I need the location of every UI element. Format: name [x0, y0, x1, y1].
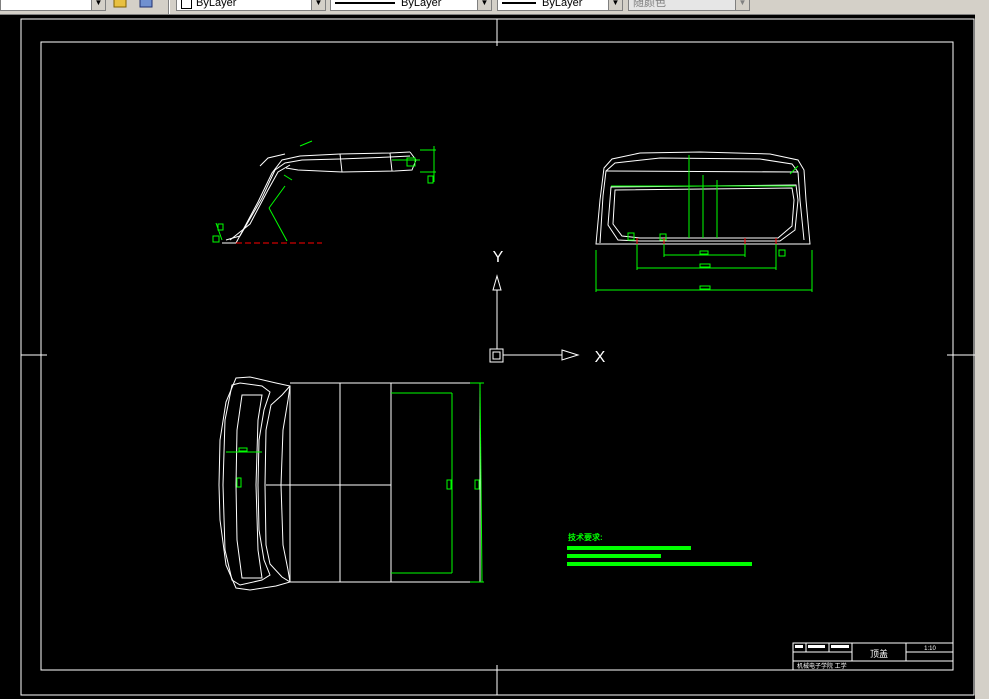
layer-previous-icon[interactable] [138, 0, 154, 11]
lineweight-control-value: ByLayer [542, 0, 583, 9]
tech-req-title: 技术要求: [568, 532, 603, 542]
front-view [595, 151, 813, 292]
vertical-scrollbar[interactable] [975, 14, 989, 699]
plotstyle-control-dropdown[interactable]: 随颜色 ▼ [628, 0, 750, 11]
title-part-name: 顶盖 [870, 648, 888, 659]
ucs-icon [489, 274, 580, 363]
tech-req-line-2 [567, 554, 661, 558]
chevron-down-icon[interactable]: ▼ [477, 0, 491, 10]
layer-dropdown-left[interactable]: ▼ [0, 0, 106, 11]
tech-req-line-1 [567, 546, 691, 550]
tech-req-line-3 [567, 562, 752, 566]
technical-requirements: 技术要求: [567, 532, 752, 566]
linetype-control-value: ByLayer [401, 0, 442, 9]
plotstyle-control-value: 随颜色 [633, 0, 666, 9]
chevron-down-icon[interactable]: ▼ [608, 0, 622, 10]
ucs-y-label: Y [493, 249, 504, 266]
color-control-value: ByLayer [196, 0, 237, 9]
lineweight-control-dropdown[interactable]: ByLayer ▼ [497, 0, 623, 11]
layer-states-icon[interactable] [113, 0, 129, 11]
title-school: 机械电子学院 工学 [797, 662, 847, 670]
sheet-outer-border [20, 18, 975, 696]
sheet-inner-border [40, 41, 954, 671]
title-scale: 1:10 [924, 646, 936, 652]
chevron-down-icon[interactable]: ▼ [311, 0, 325, 10]
side-view [212, 140, 436, 244]
model-space-canvas[interactable]: X Y 技术要求: 顶盖 1:10 机械电子学院 工学 [0, 14, 975, 699]
color-control-dropdown[interactable]: ByLayer ▼ [176, 0, 326, 11]
linetype-sample-icon [335, 2, 395, 5]
top-view [218, 376, 484, 591]
lineweight-sample-icon [502, 2, 536, 5]
color-swatch-icon [181, 0, 192, 9]
toolbar-separator [168, 0, 170, 14]
centering-marks [21, 19, 975, 695]
linetype-control-dropdown[interactable]: ByLayer ▼ [330, 0, 492, 11]
properties-toolbar: ▼ ByLayer ▼ ByLayer ▼ ByLayer ▼ 随颜色 ▼ [0, 0, 989, 15]
chevron-down-icon[interactable]: ▼ [735, 0, 749, 10]
ucs-x-label: X [595, 349, 606, 366]
chevron-down-icon[interactable]: ▼ [91, 0, 105, 10]
